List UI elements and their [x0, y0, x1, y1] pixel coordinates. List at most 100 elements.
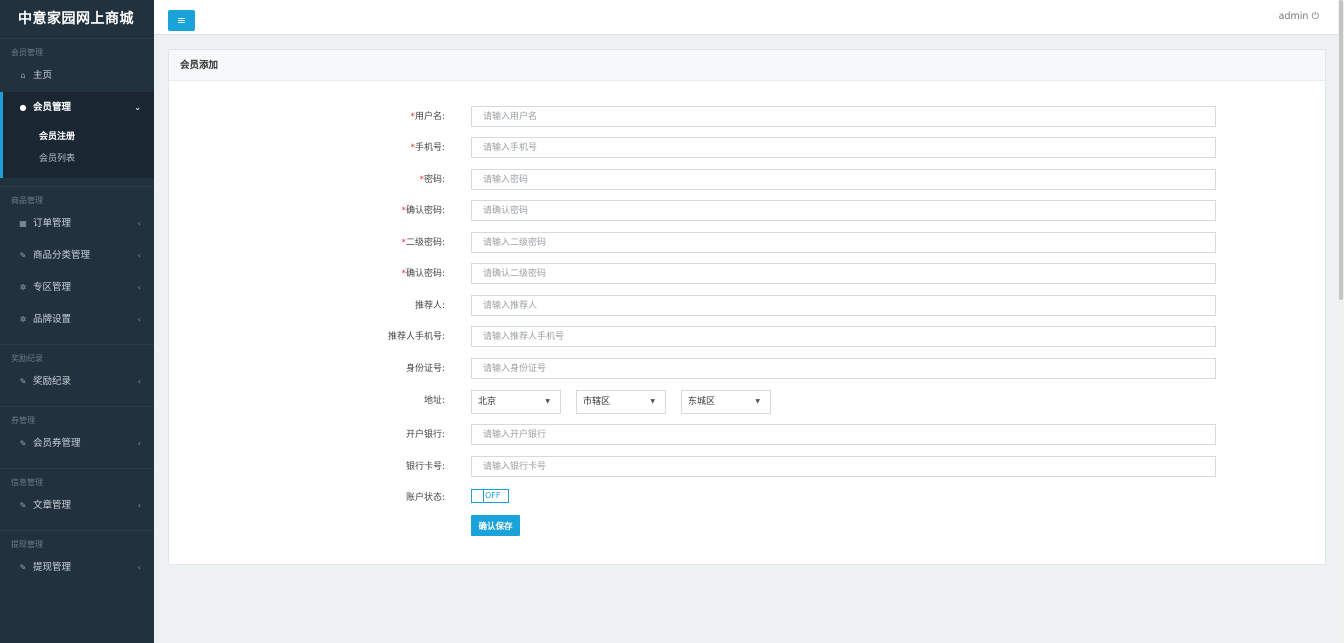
- sidebar-item-home[interactable]: ⌂ 主页: [0, 60, 154, 92]
- chevron-down-icon: ⌄: [134, 103, 141, 112]
- form-row-password: *密码:: [169, 169, 1327, 191]
- chevron-left-icon: ‹: [137, 563, 141, 572]
- city-select[interactable]: 市辖区 ▼: [576, 390, 666, 414]
- referrer-input[interactable]: [471, 295, 1216, 316]
- sidebar-item-article[interactable]: ✎ 文章管理 ‹: [0, 490, 154, 522]
- form-row-status: 账户状态: OFF: [169, 487, 1327, 509]
- bank-name-input[interactable]: [471, 424, 1216, 445]
- sidebar-item-category[interactable]: ✎ 商品分类管理 ‹: [0, 240, 154, 272]
- caret-down-icon: ▼: [545, 398, 550, 405]
- form-row-confirm-password: *确认密码:: [169, 200, 1327, 222]
- submenu: 会员注册 会员列表: [0, 124, 154, 178]
- sidebar-item-brand[interactable]: ✲ 品牌设置 ‹: [0, 304, 154, 336]
- password-input[interactable]: [471, 169, 1216, 190]
- sidebar-item-label: 奖励纪录: [33, 376, 72, 387]
- form-row-second-password: *二级密码:: [169, 232, 1327, 254]
- confirm-second-password-input[interactable]: [471, 263, 1216, 284]
- sidebar: 中意家园网上商城 会员管理 ⌂ 主页 ● 会员管理 ⌄ 会员注册 会员列表 商品管理…: [0, 0, 154, 643]
- calendar-icon: ▦: [19, 219, 27, 228]
- save-button[interactable]: 确认保存: [471, 515, 520, 536]
- sidebar-item-label: 专区管理: [33, 282, 72, 293]
- form-row-bank-card: 银行卡号:: [169, 456, 1327, 478]
- brand-logo: 中意家园网上商城: [18, 11, 134, 27]
- form-row-referrer-phone: 推荐人手机号:: [169, 326, 1327, 348]
- bank-card-input[interactable]: [471, 456, 1216, 477]
- form-row-id-number: 身份证号:: [169, 358, 1327, 380]
- section-title: 会员管理: [11, 48, 43, 57]
- field-label: 账户状态:: [405, 493, 445, 503]
- chevron-left-icon: ‹: [137, 439, 141, 448]
- sidebar-item-label: 文章管理: [33, 500, 72, 511]
- sidebar-item-label: 提现管理: [33, 562, 72, 573]
- top-header: ≡ admin ⏻: [154, 0, 1344, 35]
- sidebar-item-withdraw[interactable]: ✎ 提现管理 ‹: [0, 552, 154, 584]
- account-status-toggle[interactable]: OFF: [471, 489, 509, 503]
- sidebar-section-goods: 商品管理 ▦ 订单管理 ‹ ✎ 商品分类管理 ‹ ✲ 专区管理 ‹ ✲ 品牌设置 ‹: [0, 186, 154, 344]
- user-menu[interactable]: admin ⏻: [1279, 11, 1319, 22]
- section-title: 提现管理: [11, 540, 43, 549]
- referrer-phone-input[interactable]: [471, 326, 1216, 347]
- chevron-left-icon: ‹: [137, 315, 141, 324]
- second-password-input[interactable]: [471, 232, 1216, 253]
- sidebar-subitem-list[interactable]: 会员列表: [3, 148, 154, 170]
- users-icon: ●: [19, 103, 27, 112]
- sidebar-section-coupon: 券管理 ✎ 会员券管理 ‹: [0, 406, 154, 468]
- sidebar-item-label: 会员券管理: [33, 438, 81, 449]
- field-label: *用户名:: [410, 112, 445, 122]
- form-row-address: 地址: 北京 ▼ 市辖区 ▼ 东城区 ▼: [169, 390, 1327, 414]
- sidebar-item-coupon[interactable]: ✎ 会员券管理 ‹: [0, 428, 154, 460]
- section-title: 奖励纪录: [11, 354, 43, 363]
- field-label: 开户银行:: [405, 430, 445, 440]
- toggle-knob: [472, 490, 484, 502]
- form-row-referrer: 推荐人:: [169, 295, 1327, 317]
- sidebar-item-member-manage[interactable]: ● 会员管理 ⌄: [0, 92, 154, 124]
- toggle-text: OFF: [485, 491, 501, 500]
- field-label: *确认密码:: [401, 269, 445, 279]
- menu-toggle-button[interactable]: ≡: [168, 10, 195, 31]
- chevron-left-icon: ‹: [137, 251, 141, 260]
- phone-input[interactable]: [471, 137, 1216, 158]
- district-select[interactable]: 东城区 ▼: [681, 390, 771, 414]
- panel-title: 会员添加: [169, 50, 1325, 81]
- username: admin: [1278, 11, 1309, 22]
- sidebar-section-withdraw: 提现管理 ✎ 提现管理 ‹: [0, 530, 154, 584]
- province-select[interactable]: 北京 ▼: [471, 390, 561, 414]
- form-row-phone: *手机号:: [169, 137, 1327, 159]
- field-label: 地址:: [423, 396, 445, 406]
- edit-icon: ✎: [19, 251, 27, 260]
- chevron-left-icon: ‹: [137, 501, 141, 510]
- edit-icon: ✎: [19, 501, 27, 510]
- confirm-password-input[interactable]: [471, 200, 1216, 221]
- chevron-left-icon: ‹: [137, 377, 141, 386]
- edit-icon: ✎: [19, 563, 27, 572]
- field-label: *二级密码:: [401, 238, 445, 248]
- member-add-panel: 会员添加 *用户名: *手机号: *密码: *确认密码: *二级密码: *确认密…: [168, 49, 1326, 565]
- form-row-confirm-second-password: *确认密码:: [169, 263, 1327, 285]
- sidebar-item-zone[interactable]: ✲ 专区管理 ‹: [0, 272, 154, 304]
- sidebar-section-reward: 奖励纪录 ✎ 奖励纪录 ‹: [0, 344, 154, 406]
- cogs-icon: ✲: [19, 315, 27, 324]
- field-label: *确认密码:: [401, 206, 445, 216]
- sidebar-item-orders[interactable]: ▦ 订单管理 ‹: [0, 208, 154, 240]
- sidebar-item-reward[interactable]: ✎ 奖励纪录 ‹: [0, 366, 154, 398]
- field-label: 推荐人手机号:: [387, 332, 445, 342]
- field-label: 身份证号:: [405, 364, 445, 374]
- chevron-left-icon: ‹: [137, 219, 141, 228]
- chevron-left-icon: ‹: [137, 283, 141, 292]
- sidebar-item-label: 订单管理: [33, 218, 72, 229]
- id-number-input[interactable]: [471, 358, 1216, 379]
- field-label: *密码:: [419, 175, 445, 185]
- caret-down-icon: ▼: [650, 398, 655, 405]
- form-row-actions: 确认保存: [169, 515, 1327, 537]
- sidebar-subitem-register[interactable]: 会员注册: [3, 126, 154, 148]
- section-title: 券管理: [11, 416, 35, 425]
- username-input[interactable]: [471, 106, 1216, 127]
- form-row-bank: 开户银行:: [169, 424, 1327, 446]
- sidebar-item-label: 会员管理: [33, 102, 72, 113]
- sidebar-item-label: 主页: [33, 70, 53, 81]
- scrollbar-thumb[interactable]: [1339, 0, 1343, 300]
- section-title: 商品管理: [11, 196, 43, 205]
- page-scrollbar[interactable]: [1338, 0, 1344, 643]
- edit-icon: ✎: [19, 377, 27, 386]
- sidebar-section-member: 会员管理 ⌂ 主页 ● 会员管理 ⌄ 会员注册 会员列表: [0, 38, 154, 186]
